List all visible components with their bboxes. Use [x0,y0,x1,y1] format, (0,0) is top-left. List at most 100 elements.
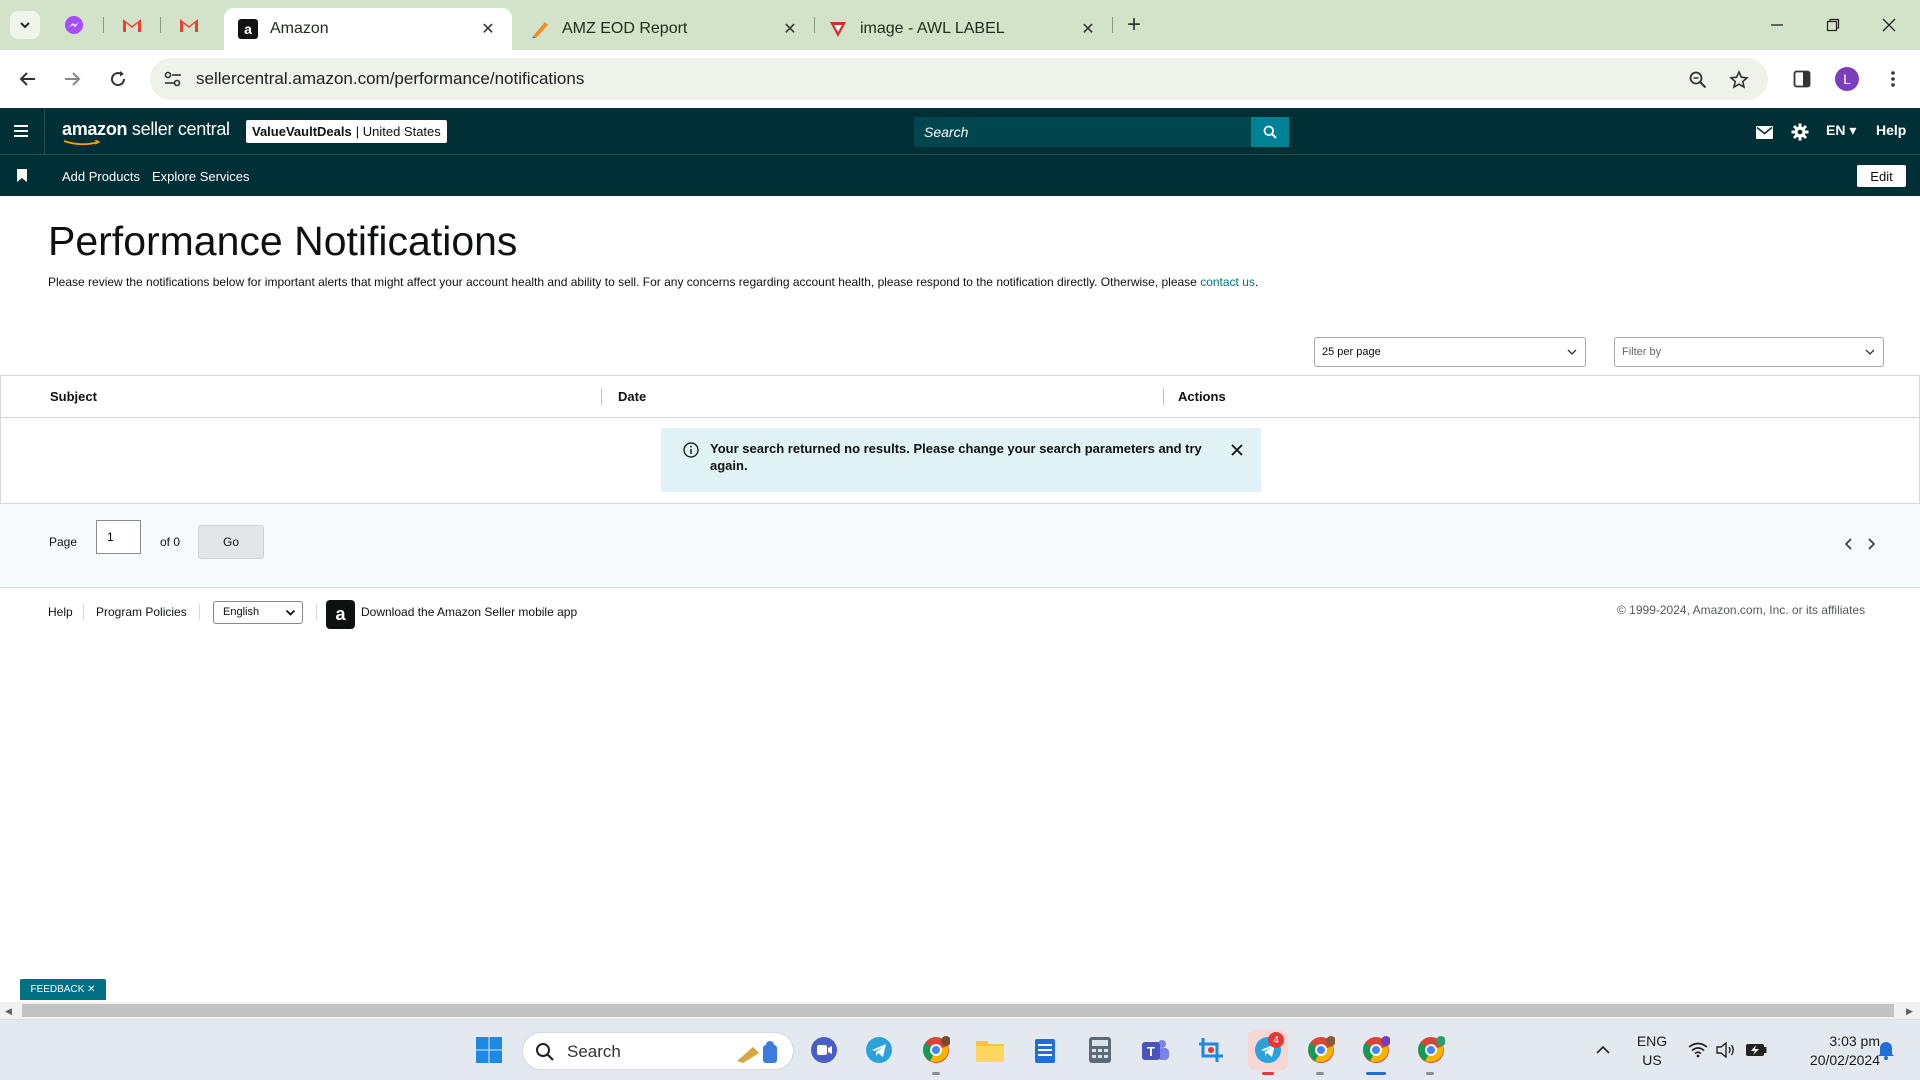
footer-program-policies-link[interactable]: Program Policies [96,605,187,619]
bookmark-add-products[interactable]: Add Products [62,169,140,184]
gmail-pinned-tab-2[interactable] [177,13,201,37]
windows-start-icon[interactable] [473,1034,505,1066]
search-icon [1263,125,1277,139]
profile-button[interactable]: L [1834,66,1860,92]
messenger-pinned-tab[interactable] [62,13,86,37]
download-app-link[interactable]: Download the Amazon Seller mobile app [361,605,577,619]
close-tab-icon[interactable]: ✕ [478,19,498,39]
tab-title: image - AWL LABEL [860,20,1005,37]
go-button[interactable]: Go [198,525,264,559]
chrome-icon[interactable] [1305,1034,1337,1066]
intro-text: Please review the notifications below fo… [48,275,1201,289]
battery-charging-icon[interactable] [1740,1034,1772,1066]
notepad-icon[interactable] [1029,1034,1061,1066]
seller-search-input[interactable]: Search [924,124,968,140]
close-tab-icon[interactable]: ✕ [1078,19,1098,39]
hamburger-menu-icon[interactable] [14,121,30,141]
forward-button[interactable] [57,64,87,94]
no-results-message: Your search returned no results. Please … [710,441,1202,473]
back-button[interactable] [13,64,43,94]
browser-menu-icon[interactable] [1880,66,1906,92]
running-indicator [1426,1072,1434,1075]
pen-favicon-icon [530,19,550,39]
tab-amazon[interactable]: a Amazon ✕ [224,8,512,50]
scrollbar-thumb[interactable] [22,1004,1894,1017]
footer-language-value: English [223,606,260,618]
address-bar[interactable]: sellercentral.amazon.com/performance/not… [150,58,1768,100]
language-line-2: US [1642,1052,1662,1068]
scroll-left-icon[interactable]: ◀ [5,1006,12,1017]
page-count-label: of 0 [160,535,181,549]
chrome-profile-j-icon[interactable] [1415,1034,1447,1066]
chevron-down-icon [20,22,30,29]
column-header-subject[interactable]: Subject [50,389,97,404]
notifications-bell-icon[interactable] [1870,1034,1902,1066]
chevron-down-icon [1865,349,1875,355]
input-language-indicator[interactable]: ENG US [1630,1032,1674,1070]
page-title: Performance Notifications [48,218,518,264]
teams-icon[interactable]: T [1139,1034,1171,1066]
file-explorer-icon[interactable] [974,1034,1006,1066]
svg-text:T: T [1147,1044,1155,1059]
avatar: L [1835,67,1859,91]
bookmark-explore-services[interactable]: Explore Services [152,169,250,184]
browser-tab-strip: a Amazon ✕ AMZ EOD Report ✕ image - AWL … [0,0,1920,50]
horizontal-scrollbar[interactable]: ◀ ▶ [0,1002,1920,1019]
reload-button[interactable] [103,64,133,94]
feedback-button[interactable]: FEEDBACK ✕ [20,979,106,1000]
logo-seller-central-text: seller central [127,119,230,139]
close-icon[interactable] [1229,442,1245,458]
footer-language-select[interactable]: English [213,601,303,624]
footer-separator [199,604,200,620]
calculator-icon[interactable] [1084,1034,1116,1066]
bookmark-icon[interactable] [17,169,27,182]
column-header-actions: Actions [1178,389,1226,404]
filter-by-select[interactable]: Filter by [1614,337,1884,367]
footer-help-link[interactable]: Help [48,605,73,619]
video-call-icon[interactable] [808,1034,840,1066]
gmail-pinned-tab[interactable] [120,13,144,37]
per-page-select[interactable]: 25 per page [1314,337,1586,367]
help-link[interactable]: Help [1876,122,1906,138]
minimize-button[interactable] [1754,10,1800,40]
active-window-indicator [1366,1072,1386,1075]
restore-button[interactable] [1810,10,1856,40]
language-selector[interactable]: EN ▾ [1826,122,1856,139]
notification-badge: 4 [1268,1032,1284,1048]
page-number-input[interactable] [96,520,141,554]
messages-mail-icon[interactable] [1753,121,1775,143]
new-tab-button[interactable]: + [1120,12,1148,40]
close-tab-icon[interactable]: ✕ [780,19,800,39]
amazon-app-icon[interactable]: a [326,600,355,629]
chevron-up-icon[interactable] [1587,1034,1619,1066]
seller-search-button[interactable] [1251,117,1289,147]
site-settings-icon[interactable] [162,68,184,90]
chrome-profile-icon[interactable] [920,1034,952,1066]
taskbar-search[interactable]: Search [522,1032,794,1070]
scroll-right-icon[interactable]: ▶ [1906,1006,1913,1017]
snipping-tool-icon[interactable] [1195,1034,1227,1066]
chrome-profile-l-icon[interactable] [1360,1034,1392,1066]
tab-search-button[interactable] [10,11,40,39]
tab-image-awl-label[interactable]: image - AWL LABEL ✕ [814,8,1112,50]
account-switcher[interactable]: ValueVaultDeals | United States [246,120,447,143]
next-page-icon[interactable] [1864,537,1878,551]
seller-central-logo[interactable]: amazon seller central [62,119,230,140]
edit-bookmarks-button[interactable]: Edit [1857,165,1906,187]
seller-search-field[interactable]: Search [914,117,1252,147]
column-header-date[interactable]: Date [618,389,646,404]
tab-title: Amazon [270,20,329,37]
bookmark-star-icon[interactable] [1727,68,1751,92]
zoom-icon[interactable] [1686,68,1710,92]
side-panel-icon[interactable] [1789,66,1815,92]
volume-icon[interactable] [1710,1034,1742,1066]
tab-amz-eod-report[interactable]: AMZ EOD Report ✕ [516,8,814,50]
telegram-icon[interactable] [863,1034,895,1066]
no-results-alert: Your search returned no results. Please … [661,428,1261,492]
column-divider [601,388,602,405]
settings-gear-icon[interactable] [1789,121,1811,143]
taskbar-clock[interactable]: 3:03 pm 20/02/2024 [1780,1032,1880,1070]
close-window-button[interactable] [1866,10,1912,40]
contact-us-link[interactable]: contact us [1200,275,1255,289]
previous-page-icon[interactable] [1842,537,1856,551]
